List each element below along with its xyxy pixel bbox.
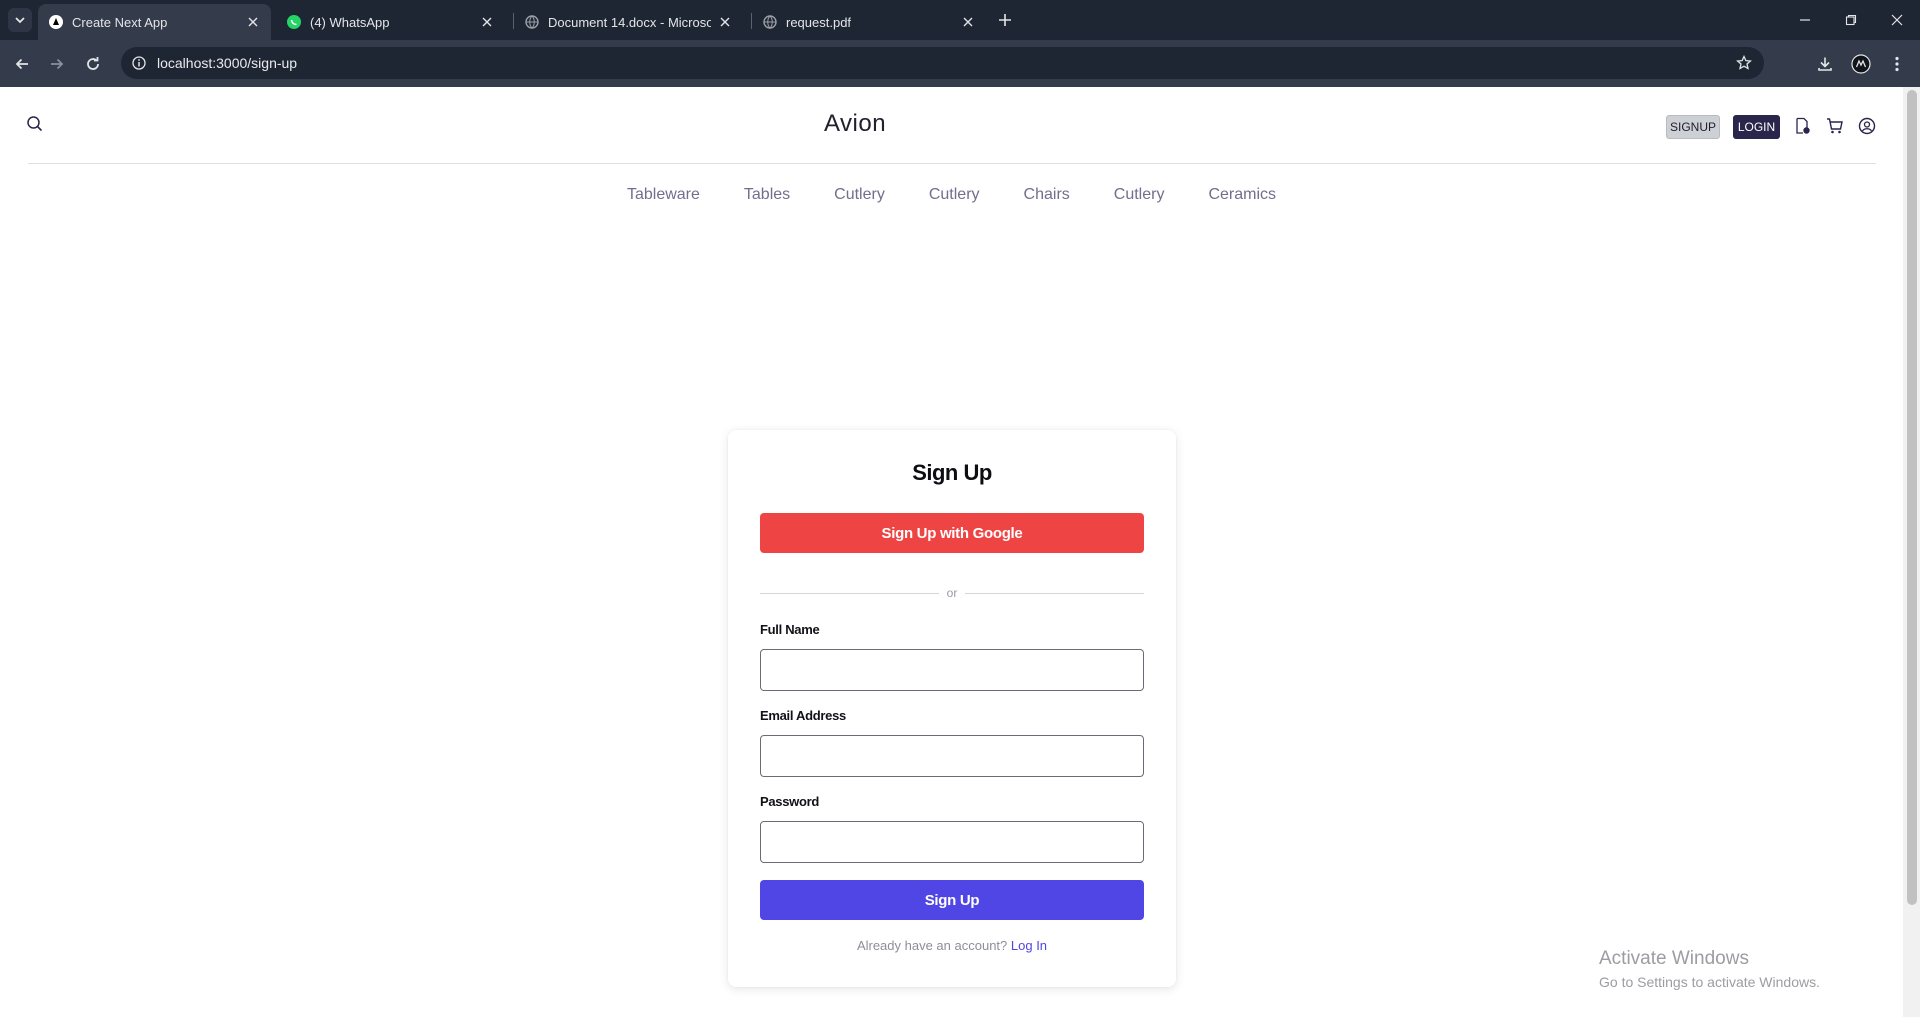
- globe-icon: [524, 14, 540, 30]
- new-tab-button[interactable]: [993, 10, 1017, 30]
- restore-icon: [1845, 14, 1857, 26]
- back-button[interactable]: [9, 51, 35, 77]
- dashboard-icon[interactable]: [1793, 116, 1813, 136]
- url-text: localhost:3000/sign-up: [157, 55, 298, 71]
- category-link[interactable]: Cutlery: [929, 186, 980, 204]
- site-logo[interactable]: Avion: [0, 110, 1710, 138]
- category-link[interactable]: Chairs: [1024, 186, 1070, 204]
- category-link[interactable]: Ceramics: [1208, 186, 1276, 204]
- browser-tab[interactable]: Create Next App: [38, 4, 271, 40]
- chevron-down-icon: [15, 17, 25, 24]
- close-icon: [1891, 14, 1903, 26]
- arrow-right-icon: [51, 58, 64, 70]
- category-nav: Tableware Tables Cutlery Cutlery Chairs …: [0, 186, 1903, 204]
- minimize-icon: [1800, 19, 1810, 21]
- menu-kebab-icon[interactable]: [1886, 53, 1908, 75]
- browser-tab[interactable]: Document 14.docx - Microsoft Word: [514, 4, 743, 40]
- category-link[interactable]: Cutlery: [834, 186, 885, 204]
- signup-card: Sign Up Sign Up with Google or Full Name…: [728, 430, 1176, 987]
- forward-button[interactable]: [44, 51, 70, 77]
- header-divider: [28, 163, 1876, 164]
- profile-avatar-icon[interactable]: [1850, 53, 1872, 75]
- password-label: Password: [760, 794, 820, 809]
- login-prompt-text: Already have an account?: [856, 938, 1008, 953]
- activation-watermark-title: Activate Windows: [1599, 948, 1749, 969]
- or-text: or: [946, 586, 958, 600]
- browser-tab[interactable]: request.pdf: [752, 4, 986, 40]
- header-login-button[interactable]: LOGIN: [1733, 115, 1780, 139]
- category-link[interactable]: Cutlery: [1114, 186, 1165, 204]
- browser-toolbar: localhost:3000/sign-up: [0, 40, 1920, 87]
- password-input[interactable]: [760, 821, 1144, 863]
- close-icon[interactable]: [717, 14, 733, 30]
- nextjs-icon: [48, 14, 64, 30]
- arrow-left-icon: [15, 58, 28, 70]
- activation-watermark-subtitle: Go to Settings to activate Windows.: [1599, 974, 1820, 990]
- divider-line: [760, 592, 939, 594]
- header-signup-button[interactable]: SIGNUP: [1666, 115, 1720, 139]
- plus-icon: [999, 14, 1011, 26]
- signup-title: Sign Up: [912, 460, 992, 485]
- close-window-button[interactable]: [1874, 0, 1920, 40]
- tab-title: (4) WhatsApp: [310, 14, 390, 30]
- full-name-label: Full Name: [760, 622, 820, 637]
- tab-title: Create Next App: [72, 14, 168, 30]
- whatsapp-icon: [286, 14, 302, 30]
- reload-button[interactable]: [80, 51, 106, 77]
- full-name-input[interactable]: [760, 649, 1144, 691]
- download-icon[interactable]: [1814, 53, 1836, 75]
- signup-submit-button[interactable]: Sign Up: [760, 880, 1144, 920]
- globe-icon: [762, 14, 778, 30]
- close-icon[interactable]: [960, 14, 976, 30]
- close-icon[interactable]: [479, 14, 495, 30]
- email-label: Email Address: [760, 708, 846, 723]
- category-link[interactable]: Tables: [744, 186, 790, 204]
- site-info-icon[interactable]: [129, 53, 149, 73]
- bookmark-star-icon[interactable]: [1734, 53, 1754, 73]
- restore-button[interactable]: [1828, 0, 1874, 40]
- login-link[interactable]: Log In: [1011, 938, 1047, 953]
- minimize-button[interactable]: [1782, 0, 1828, 40]
- scrollbar-thumb[interactable]: [1907, 90, 1917, 905]
- close-icon[interactable]: [245, 14, 261, 30]
- tab-search-button[interactable]: [8, 8, 32, 32]
- divider-line: [965, 592, 1145, 594]
- browser-tab-bar: Create Next App (4) WhatsApp Document 14…: [0, 0, 1920, 40]
- tab-title: Document 14.docx - Microsoft Word: [548, 14, 711, 30]
- category-link[interactable]: Tableware: [627, 186, 700, 204]
- reload-icon: [87, 57, 99, 70]
- browser-tab[interactable]: (4) WhatsApp: [276, 4, 505, 40]
- tab-title: request.pdf: [786, 14, 852, 30]
- user-profile-icon[interactable]: [1857, 116, 1877, 136]
- address-bar[interactable]: localhost:3000/sign-up: [121, 47, 1764, 79]
- login-prompt: Already have an account? Log In: [728, 938, 1176, 953]
- email-input[interactable]: [760, 735, 1144, 777]
- cart-icon[interactable]: [1825, 116, 1845, 136]
- google-signup-button[interactable]: Sign Up with Google: [760, 513, 1144, 553]
- or-divider: or: [760, 585, 1145, 601]
